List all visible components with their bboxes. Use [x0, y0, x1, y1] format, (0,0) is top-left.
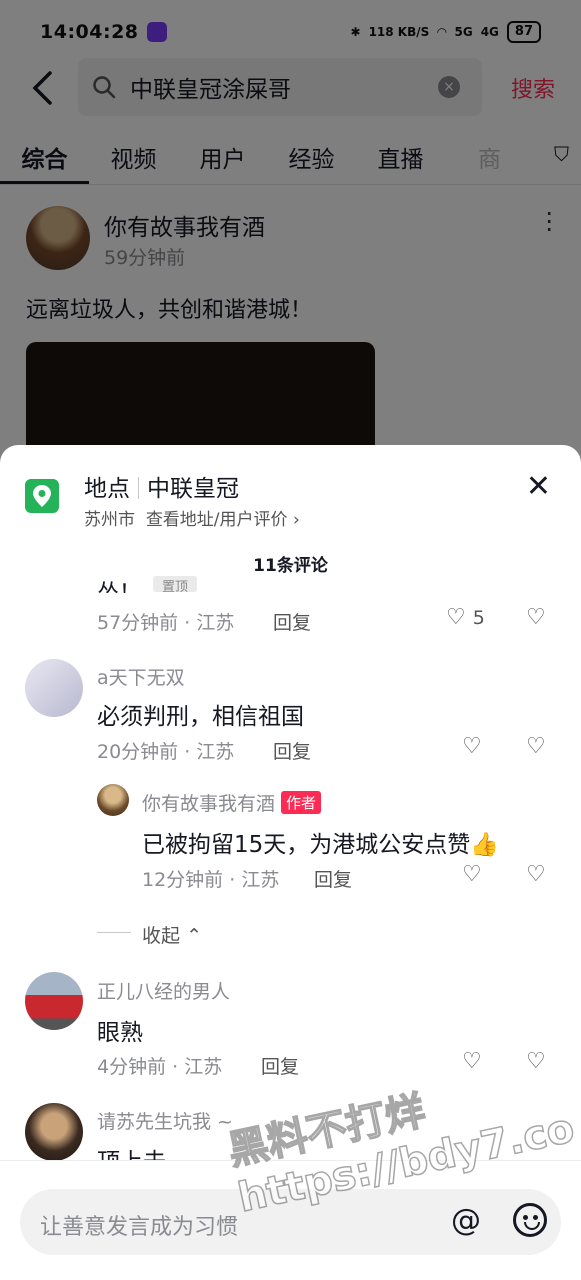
reply-button[interactable]: 回复	[314, 865, 352, 892]
location-divider	[138, 477, 139, 499]
location-title[interactable]: 地点 中联皇冠	[84, 469, 239, 503]
chevron-right-icon: ›	[292, 510, 300, 530]
chevron-up-icon: ⌃	[186, 925, 202, 947]
avatar[interactable]	[97, 784, 129, 816]
comment-meta: 57分钟前 · 江苏	[97, 612, 235, 634]
emoji-icon[interactable]	[513, 1203, 547, 1237]
reply-button[interactable]: 回复	[261, 1052, 299, 1079]
location-label: 地点	[84, 476, 130, 502]
comment-text: 已被拘留15天，为港城公安点赞👍	[142, 832, 499, 858]
avatar[interactable]	[25, 659, 83, 717]
heart-icon[interactable]: ♡	[462, 734, 482, 759]
comment-text: 必须判刑，相信祖国	[97, 704, 304, 730]
comment-user[interactable]: 你有故事我有酒 作者	[142, 789, 322, 816]
location-name: 中联皇冠	[147, 476, 239, 502]
author-badge: 作者	[281, 791, 322, 814]
avatar[interactable]	[25, 1103, 83, 1161]
dislike-icon[interactable]: ♡	[526, 862, 546, 887]
like-count: 5	[472, 607, 485, 629]
collapse-button[interactable]: 收起 ⌃	[142, 921, 202, 948]
comment-partial-text: 怂！	[97, 575, 141, 593]
reply-button[interactable]: 回复	[273, 737, 311, 764]
heart-icon[interactable]: ♡	[462, 1049, 482, 1074]
collapse-divider	[97, 932, 131, 933]
location-city: 苏州市	[84, 510, 135, 530]
comment-user[interactable]: 正儿八经的男人	[97, 977, 230, 1004]
location-subtitle[interactable]: 苏州市 查看地址/用户评价 ›	[84, 505, 300, 530]
at-mention-icon[interactable]: @	[451, 1203, 481, 1238]
location-pin-icon	[25, 479, 59, 513]
close-icon[interactable]: ✕	[526, 469, 551, 504]
comment-text: 眼熟	[97, 1020, 143, 1046]
heart-icon: ♡	[446, 605, 466, 630]
comment-input-placeholder: 让善意发言成为习惯	[40, 1215, 239, 1240]
location-link: 查看地址/用户评价	[145, 510, 288, 530]
comment-meta: 20分钟前 · 江苏	[97, 741, 235, 763]
comment-meta: 4分钟前 · 江苏	[97, 1056, 223, 1078]
heart-icon[interactable]: ♡	[462, 862, 482, 887]
dislike-icon[interactable]: ♡	[526, 605, 546, 630]
like-button[interactable]: ♡ 5	[446, 605, 485, 630]
avatar[interactable]	[25, 972, 83, 1030]
comment-meta: 12分钟前 · 江苏	[142, 869, 280, 891]
pinned-badge: 置顶	[153, 576, 197, 592]
reply-button[interactable]: 回复	[273, 608, 311, 635]
comment-count: 11条评论	[253, 556, 328, 576]
comment-user[interactable]: 请苏先生坑我 ~	[97, 1107, 233, 1134]
dislike-icon[interactable]: ♡	[526, 734, 546, 759]
comment-user[interactable]: a天下无双	[97, 663, 185, 690]
